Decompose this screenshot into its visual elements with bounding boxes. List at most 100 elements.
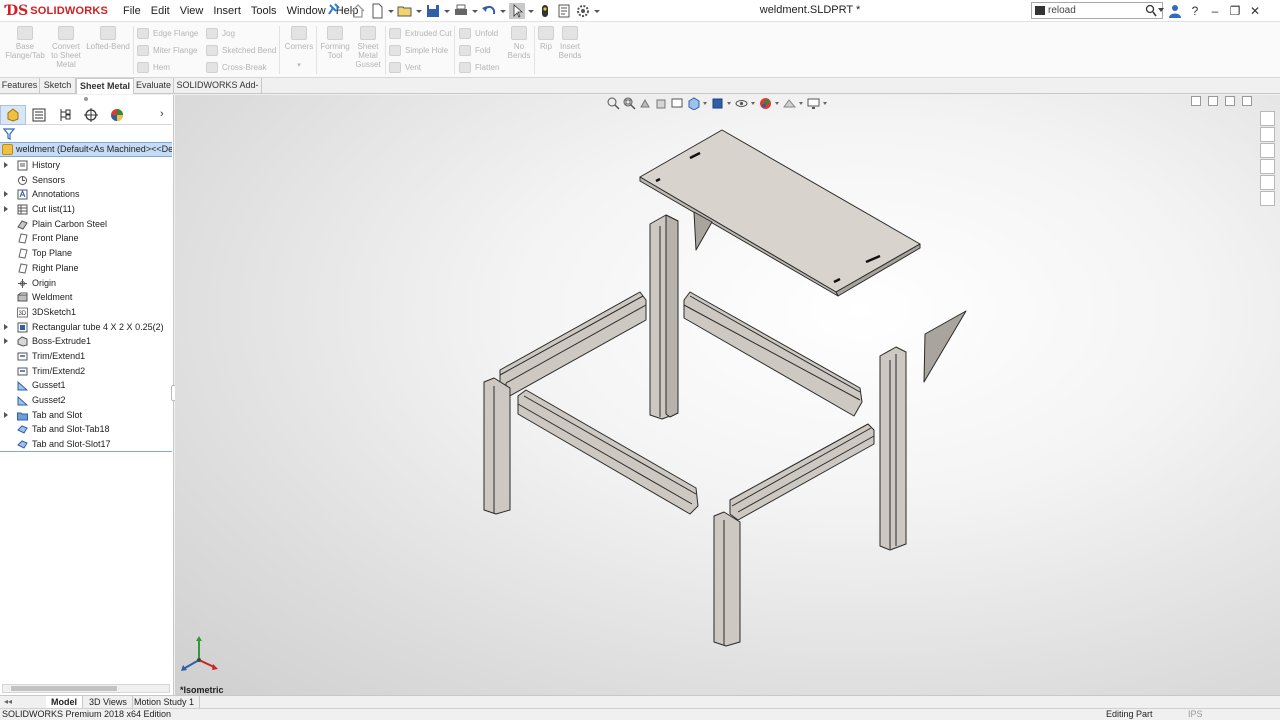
tree-root-part[interactable]: weldment (Default<As Machined><<Default>…	[0, 142, 172, 157]
miter-flange-button[interactable]: Miter Flange	[137, 43, 197, 57]
tree-item[interactable]: Boss-Extrude1	[0, 334, 172, 349]
viewport-close-icon[interactable]	[1242, 96, 1252, 106]
apply-scene-icon[interactable]	[783, 97, 796, 110]
expand-arrow-icon[interactable]	[4, 191, 8, 198]
simple-hole-button[interactable]: Simple Hole	[389, 43, 448, 57]
close-icon[interactable]: ✕	[1248, 4, 1262, 18]
scrollbar-thumb[interactable]	[11, 686, 117, 691]
corners-dropdown-icon[interactable]: ▾	[283, 61, 315, 70]
property-manager-tab[interactable]	[26, 105, 52, 125]
design-library-icon[interactable]	[1260, 127, 1275, 142]
new-document-icon[interactable]	[369, 3, 385, 19]
panel-scrollbar[interactable]	[2, 684, 170, 693]
solidworks-resources-icon[interactable]	[1260, 111, 1275, 126]
hide-show-dropdown-icon[interactable]	[751, 97, 756, 110]
insert-bends-button[interactable]: Insert Bends	[557, 26, 583, 60]
options-gear-icon[interactable]	[575, 3, 591, 19]
section-view-icon[interactable]	[655, 97, 668, 110]
tree-item[interactable]: Rectangular tube 4 X 2 X 0.25(2)	[0, 320, 172, 335]
expand-arrow-icon[interactable]	[4, 411, 8, 418]
tree-item[interactable]: Gusset2	[0, 393, 172, 408]
tree-item[interactable]: History	[0, 158, 172, 173]
command-search-icon[interactable]	[1035, 6, 1045, 15]
sheet-metal-gusset-button[interactable]: Sheet Metal Gusset	[353, 26, 383, 69]
display-manager-tab[interactable]	[104, 105, 130, 125]
expand-arrow-icon[interactable]	[4, 338, 8, 345]
vent-button[interactable]: Vent	[389, 60, 421, 74]
tree-item[interactable]: Sensors	[0, 173, 172, 188]
expand-arrow-icon[interactable]	[4, 323, 8, 330]
help-icon[interactable]: ?	[1188, 4, 1202, 18]
tab-sketch[interactable]: Sketch	[40, 78, 76, 94]
display-style-icon[interactable]	[711, 97, 724, 110]
select-icon[interactable]	[509, 3, 525, 19]
tree-item[interactable]: Front Plane	[0, 231, 172, 246]
scene-dropdown-icon[interactable]	[799, 97, 804, 110]
forming-tool-button[interactable]: Forming Tool	[318, 26, 352, 60]
search-input[interactable]	[1048, 3, 1144, 18]
options-dropdown-icon[interactable]	[594, 3, 600, 19]
viewport-maximize-icon[interactable]	[1225, 96, 1235, 106]
view-settings-icon[interactable]	[807, 97, 820, 110]
view-settings-dropdown-icon[interactable]	[823, 97, 828, 110]
rip-button[interactable]: Rip	[536, 26, 556, 51]
flatten-button[interactable]: Flatten	[459, 60, 499, 74]
convert-to-sheet-metal-button[interactable]: Convert to Sheet Metal	[48, 26, 84, 69]
unfold-button[interactable]: Unfold	[459, 26, 498, 40]
previous-view-icon[interactable]	[639, 97, 652, 110]
menu-file[interactable]: File	[118, 5, 146, 17]
display-style-dropdown-icon[interactable]	[727, 97, 732, 110]
open-dropdown-icon[interactable]	[416, 3, 422, 19]
tab-features[interactable]: Features	[0, 78, 40, 94]
jog-button[interactable]: Jog	[206, 26, 235, 40]
tab-scroll-left-icon[interactable]: ◂◂	[4, 697, 12, 706]
search-dropdown-icon[interactable]	[1158, 8, 1164, 12]
tree-item[interactable]: Annotations	[0, 187, 172, 202]
dimxpert-manager-tab[interactable]	[78, 105, 104, 125]
sketched-bend-button[interactable]: Sketched Bend	[206, 43, 276, 57]
save-icon[interactable]	[425, 3, 441, 19]
appearance-dropdown-icon[interactable]	[775, 97, 780, 110]
restore-icon[interactable]: ❐	[1228, 4, 1242, 18]
tree-item[interactable]: Tab and Slot-Slot17	[0, 437, 172, 452]
appearances-scenes-icon[interactable]	[1260, 175, 1275, 190]
tree-item[interactable]: Gusset1	[0, 378, 172, 393]
save-dropdown-icon[interactable]	[444, 3, 450, 19]
undo-icon[interactable]	[481, 3, 497, 19]
zoom-to-fit-icon[interactable]	[607, 97, 620, 110]
tree-item[interactable]: Tab and Slot-Tab18	[0, 422, 172, 437]
tree-item[interactable]: Trim/Extend1	[0, 349, 172, 364]
chevron-right-icon[interactable]: ›	[160, 108, 164, 120]
file-explorer-icon[interactable]	[1260, 143, 1275, 158]
weldment-model[interactable]	[175, 95, 1280, 695]
hem-button[interactable]: Hem	[137, 60, 170, 74]
view-orientation-dropdown-icon[interactable]	[703, 97, 708, 110]
open-folder-icon[interactable]	[397, 3, 413, 19]
edge-flange-button[interactable]: Edge Flange	[137, 26, 198, 40]
tree-item[interactable]: Right Plane	[0, 261, 172, 276]
print-icon[interactable]	[453, 3, 469, 19]
expand-arrow-icon[interactable]	[4, 206, 8, 213]
view-orientation-icon[interactable]	[687, 96, 700, 110]
viewport-tile-icon[interactable]	[1208, 96, 1218, 106]
menu-tools[interactable]: Tools	[246, 5, 282, 17]
expand-arrow-icon[interactable]	[4, 162, 8, 168]
tree-item[interactable]: Weldment	[0, 290, 172, 305]
menu-insert[interactable]: Insert	[208, 5, 246, 17]
dynamic-annotation-icon[interactable]	[671, 97, 684, 110]
rebuild-icon[interactable]	[537, 3, 553, 19]
extruded-cut-button[interactable]: Extruded Cut	[389, 26, 452, 40]
hide-show-items-icon[interactable]	[735, 97, 748, 110]
panel-grip[interactable]	[84, 97, 88, 101]
units-label[interactable]: IPS	[1188, 709, 1203, 720]
solidworks-logo[interactable]: ƊS SOLIDWORKS	[6, 2, 108, 20]
menu-window[interactable]: Window	[282, 5, 331, 17]
zoom-to-area-icon[interactable]	[623, 97, 636, 110]
custom-properties-icon[interactable]	[1260, 191, 1275, 206]
feature-manager-tab[interactable]	[0, 104, 26, 125]
base-flange-button[interactable]: Base Flange/Tab	[4, 26, 46, 60]
tab-sheet-metal[interactable]: Sheet Metal	[76, 78, 134, 94]
edit-appearance-icon[interactable]	[759, 97, 772, 110]
tree-item[interactable]: Top Plane	[0, 246, 172, 261]
tree-item[interactable]: Tab and Slot	[0, 408, 172, 423]
